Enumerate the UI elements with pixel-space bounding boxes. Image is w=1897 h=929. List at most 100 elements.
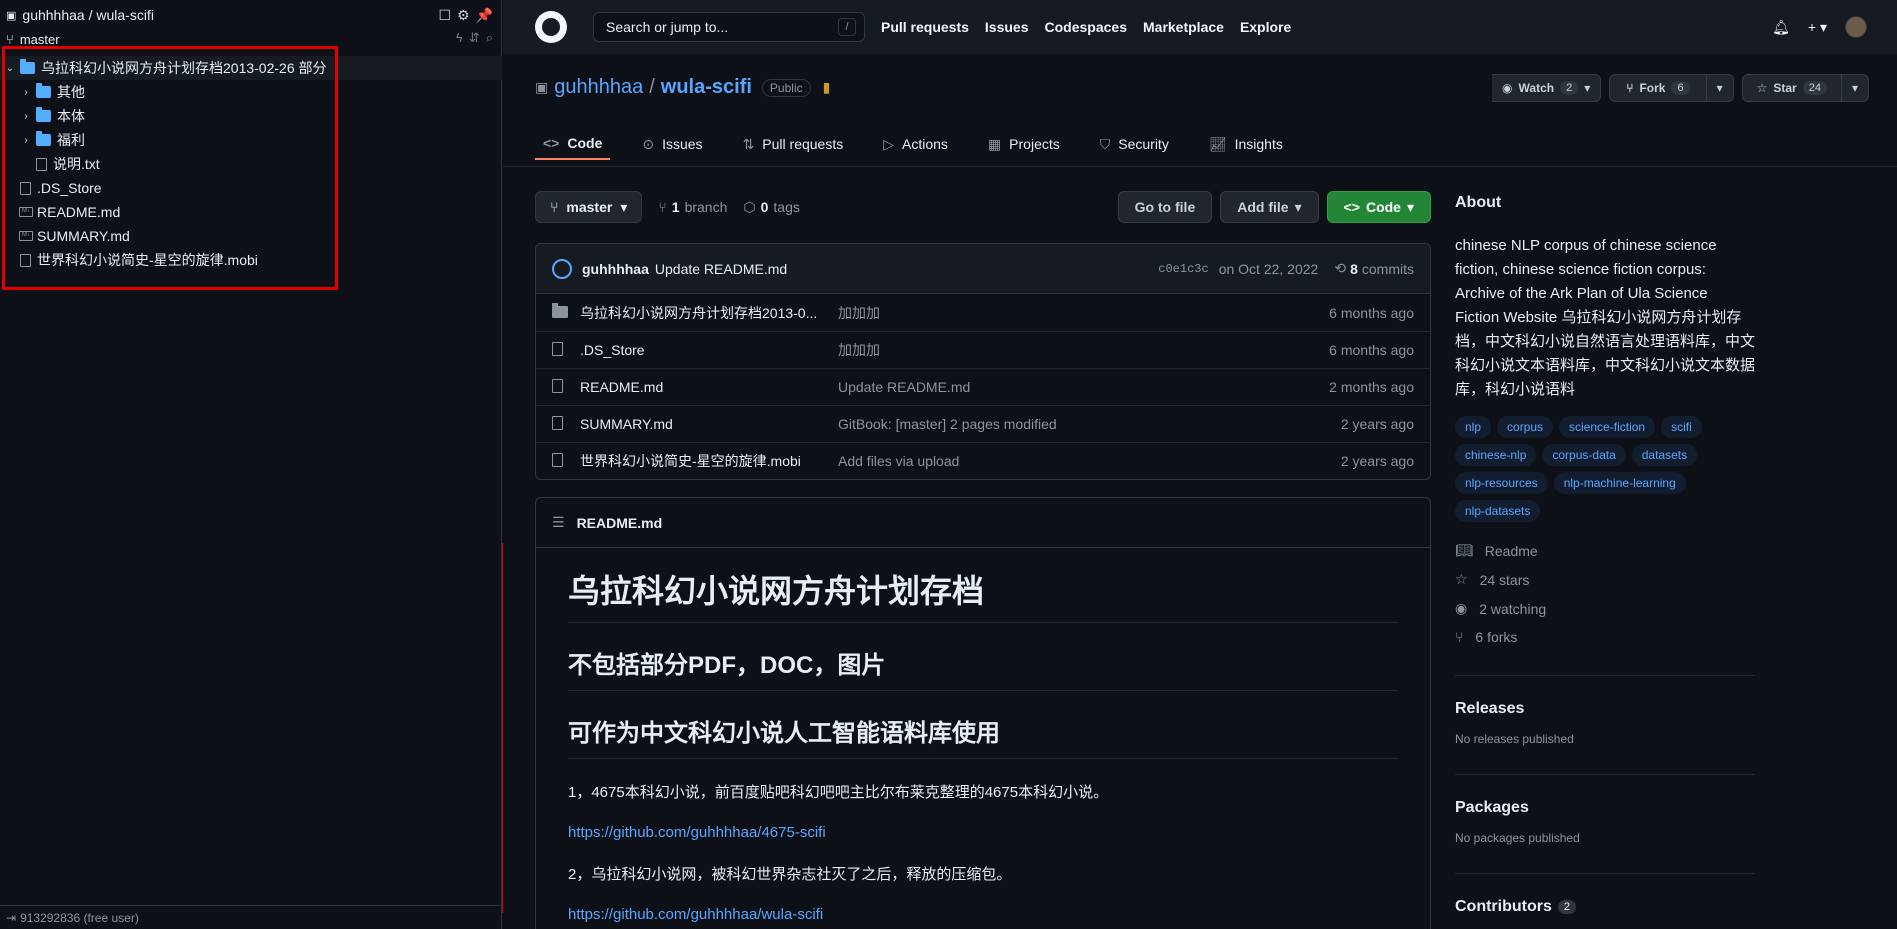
github-logo-icon[interactable]	[535, 11, 567, 43]
tab-pull-requests[interactable]: ⇅ Pull requests	[735, 128, 852, 160]
commit-sha[interactable]: c0e1c3c	[1158, 262, 1208, 276]
topic-tag[interactable]: corpus-data	[1542, 444, 1626, 466]
nav-pull-requests[interactable]: Pull requests	[881, 19, 969, 35]
chevron-down-icon: ▾	[1294, 198, 1302, 215]
repo-owner-link[interactable]: guhhhhaa	[554, 76, 643, 99]
topic-tag[interactable]: nlp-machine-learning	[1553, 472, 1686, 494]
sign-in-icon[interactable]: ⇥	[6, 911, 16, 925]
table-row[interactable]: 乌拉科幻小说网方舟计划存档2013-0... 加加加 6 months ago	[536, 294, 1430, 331]
star-dropdown-button[interactable]: ▾	[1841, 74, 1869, 102]
file-name[interactable]: SUMMARY.md	[580, 416, 838, 432]
file-commit-message[interactable]: 加加加	[838, 303, 1329, 323]
packages-title[interactable]: Packages	[1455, 799, 1755, 817]
file-commit-message[interactable]: 加加加	[838, 340, 1329, 360]
commit-author[interactable]: guhhhhaa	[582, 261, 649, 277]
tree-item-archive-folder[interactable]: ⌄ 乌拉科幻小说网方舟计划存档2013-02-26 部分	[0, 56, 502, 80]
readme-filename[interactable]: README.md	[577, 515, 663, 531]
sidebar-repo-link[interactable]: ▣ guhhhhaa / wula-scifi	[6, 6, 495, 24]
fork-dropdown-button[interactable]: ▾	[1706, 74, 1734, 102]
tab-issues[interactable]: ⊙ Issues	[634, 128, 710, 160]
tree-item-summary-md[interactable]: M↓ SUMMARY.md	[0, 224, 502, 248]
branch-select-button[interactable]: ⑂ master ▾	[535, 191, 643, 223]
nav-codespaces[interactable]: Codespaces	[1045, 19, 1127, 35]
lightning-icon[interactable]: ϟ	[456, 30, 463, 46]
contributors-title[interactable]: Contributors	[1455, 898, 1552, 916]
watch-button[interactable]: ◉ Watch 2 ▾	[1492, 74, 1602, 102]
tree-item-other[interactable]: › 其他	[0, 80, 502, 104]
repo-name-link[interactable]: wula-scifi	[661, 76, 752, 99]
toolbar-right: Go to file Add file ▾ <> Code ▾	[1117, 191, 1431, 223]
sidebar-header: ▣ guhhhhaa / wula-scifi ⑂ master ☐ ⚙ 📌 ϟ…	[0, 0, 501, 54]
readme-link[interactable]: 📖︎ Readme	[1455, 542, 1755, 559]
tree-item-readme-txt[interactable]: 说明.txt	[0, 152, 502, 176]
star-button[interactable]: ☆ Star 24	[1741, 74, 1842, 102]
tab-security[interactable]: ⛉ Security	[1092, 128, 1177, 160]
sidebar-toolbar: ☐ ⚙ 📌	[438, 7, 493, 24]
add-file-button[interactable]: Add file ▾	[1220, 191, 1319, 223]
stars-link[interactable]: ☆ 24 stars	[1455, 571, 1755, 588]
avatar[interactable]	[1845, 16, 1867, 38]
readme-link-wula[interactable]: https://github.com/guhhhhaa/wula-scifi	[568, 906, 823, 923]
file-name[interactable]: .DS_Store	[580, 342, 838, 358]
sidebar-branch[interactable]: ⑂ master	[6, 32, 495, 47]
topic-tag[interactable]: scifi	[1661, 416, 1702, 438]
nav-explore[interactable]: Explore	[1240, 19, 1291, 35]
nav-marketplace[interactable]: Marketplace	[1143, 19, 1224, 35]
code-button[interactable]: <> Code ▾	[1326, 191, 1431, 223]
topic-tag[interactable]: science-fiction	[1559, 416, 1656, 438]
topic-tag[interactable]: nlp-resources	[1455, 472, 1548, 494]
tags-link[interactable]: ⬡ 0 tags	[743, 199, 800, 216]
forks-link[interactable]: ⑂ 6 forks	[1455, 629, 1755, 645]
commit-message[interactable]: Update README.md	[655, 261, 787, 277]
file-name[interactable]: 世界科幻小说简史-星空的旋律.mobi	[580, 451, 838, 471]
watchers-link[interactable]: ◉ 2 watching	[1455, 600, 1755, 617]
plus-dropdown-icon[interactable]: + ▾	[1808, 19, 1827, 36]
bookmark-icon[interactable]: ▮	[823, 79, 831, 96]
topic-tag[interactable]: nlp-datasets	[1455, 500, 1541, 522]
tab-label: Actions	[902, 136, 948, 152]
table-row[interactable]: SUMMARY.md GitBook: [master] 2 pages mod…	[536, 405, 1430, 442]
releases-title[interactable]: Releases	[1455, 700, 1755, 718]
fork-button[interactable]: ⑂ Fork 6	[1609, 74, 1707, 102]
topic-tag[interactable]: nlp	[1455, 416, 1492, 438]
tree-item-mobi[interactable]: 世界科幻小说简史-星空的旋律.mobi	[0, 248, 502, 272]
tab-insights[interactable]: 📈︎ Insights	[1201, 128, 1291, 160]
table-row[interactable]: .DS_Store 加加加 6 months ago	[536, 331, 1430, 368]
search-icon[interactable]: ⌕	[486, 30, 493, 46]
list-icon[interactable]: ☰	[552, 514, 565, 531]
table-row[interactable]: 世界科幻小说简史-星空的旋律.mobi Add files via upload…	[536, 442, 1430, 479]
tab-code[interactable]: <> Code	[535, 128, 611, 160]
file-commit-message[interactable]: Update README.md	[838, 379, 1329, 395]
collapse-icon[interactable]: ⇵	[469, 30, 480, 46]
file-commit-message[interactable]: GitBook: [master] 2 pages modified	[838, 416, 1341, 432]
file-name[interactable]: README.md	[580, 379, 838, 395]
chevron-right-icon[interactable]: ›	[20, 135, 32, 146]
chevron-down-icon[interactable]: ⌄	[4, 63, 16, 74]
search-input[interactable]: Search or jump to... /	[593, 12, 865, 42]
readme-link-4675[interactable]: https://github.com/guhhhhaa/4675-scifi	[568, 824, 826, 841]
tree-item-readme-md[interactable]: M↓ README.md	[0, 200, 502, 224]
tree-item-main[interactable]: › 本体	[0, 104, 502, 128]
table-row[interactable]: README.md Update README.md 2 months ago	[536, 368, 1430, 405]
gear-icon[interactable]: ⚙	[457, 7, 470, 24]
topic-tag[interactable]: chinese-nlp	[1455, 444, 1537, 466]
go-to-file-button[interactable]: Go to file	[1117, 191, 1213, 223]
file-commit-message[interactable]: Add files via upload	[838, 453, 1341, 469]
tree-item-ds-store[interactable]: .DS_Store	[0, 176, 502, 200]
tree-item-bonus[interactable]: › 福利	[0, 128, 502, 152]
topic-tag[interactable]: corpus	[1497, 416, 1554, 438]
chevron-right-icon[interactable]: ›	[20, 111, 32, 122]
bell-icon[interactable]: 🔔︎	[1772, 19, 1790, 36]
file-name[interactable]: 乌拉科幻小说网方舟计划存档2013-0...	[580, 303, 838, 323]
tab-projects[interactable]: ▦ Projects	[980, 128, 1068, 160]
avatar[interactable]	[552, 258, 572, 279]
bookmark-icon[interactable]: ☐	[438, 7, 451, 24]
code-toolbar: ⑂ master ▾ ⑂ 1 branch ⬡ 0 tags Go to fil…	[535, 191, 1431, 223]
tab-actions[interactable]: ▷ Actions	[875, 128, 956, 160]
branches-link[interactable]: ⑂ 1 branch	[658, 199, 727, 215]
pin-icon[interactable]: 📌	[476, 7, 493, 24]
chevron-right-icon[interactable]: ›	[20, 87, 32, 98]
topic-tag[interactable]: datasets	[1631, 444, 1698, 466]
nav-issues[interactable]: Issues	[985, 19, 1029, 35]
commit-history-link[interactable]: ⟲ 8 commits	[1334, 260, 1414, 277]
